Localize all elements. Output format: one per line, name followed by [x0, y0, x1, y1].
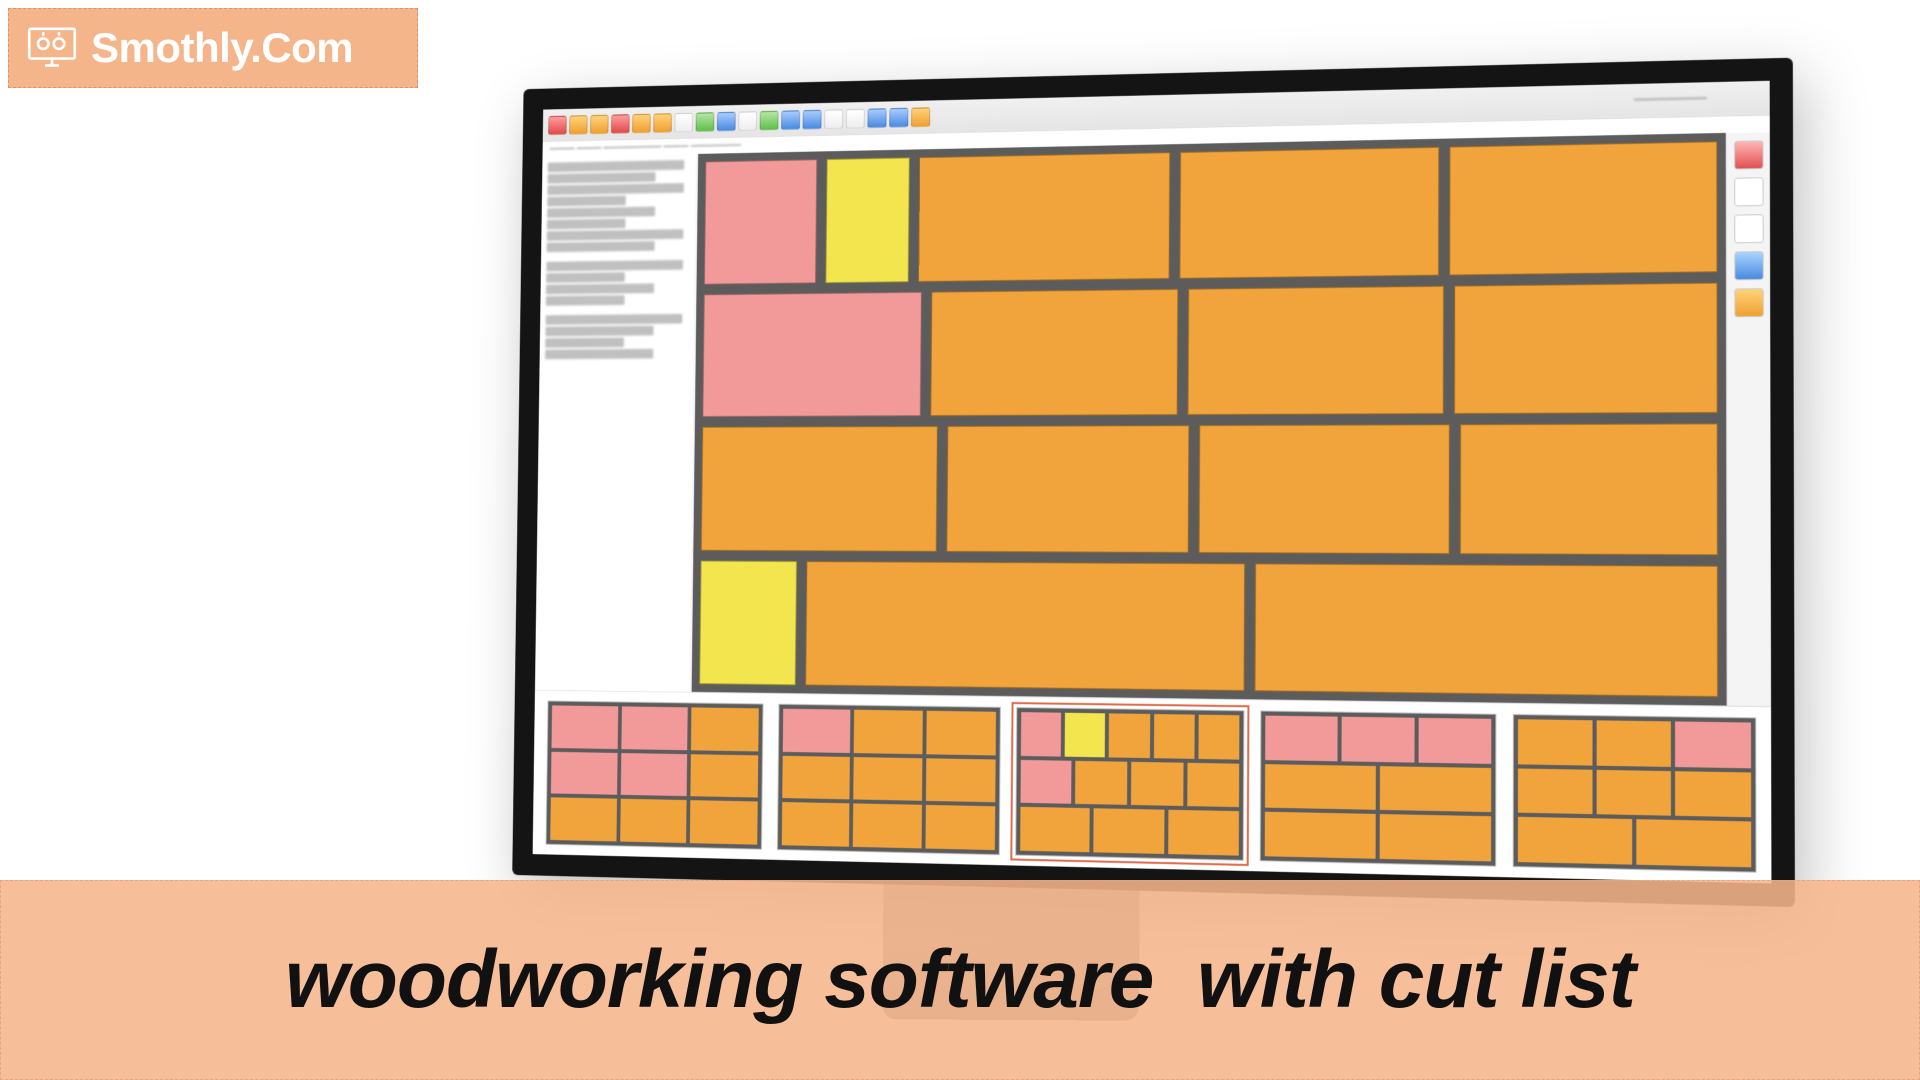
- toolbar-icon[interactable]: [674, 112, 693, 132]
- cut-piece[interactable]: [1449, 141, 1717, 275]
- toolbar-icon[interactable]: [611, 114, 630, 134]
- palette-icon[interactable]: [1734, 140, 1763, 169]
- toolbar-icon[interactable]: [738, 111, 757, 131]
- cut-piece[interactable]: [1459, 423, 1718, 555]
- layout-thumbnail[interactable]: [777, 704, 1001, 855]
- layout-thumbnails: [533, 690, 1772, 884]
- toolbar-icon[interactable]: [781, 110, 800, 130]
- cut-row: [701, 423, 1718, 555]
- toolbar-icon[interactable]: [824, 109, 843, 129]
- cut-piece[interactable]: [931, 288, 1179, 416]
- monitor-mockup: ——————— ——— ——— ——————— ——— ——————: [512, 58, 1795, 907]
- layout-thumbnail[interactable]: [1015, 707, 1245, 861]
- caption-band: woodworking software with cut list: [0, 880, 1920, 1080]
- palette-icon[interactable]: [1734, 251, 1764, 280]
- layout-thumbnail[interactable]: [1260, 710, 1497, 866]
- layout-thumbnail[interactable]: [546, 701, 764, 850]
- toolbar-icon[interactable]: [653, 113, 672, 133]
- layout-thumbnail[interactable]: [1513, 714, 1757, 873]
- toolbar-icon[interactable]: [760, 110, 779, 130]
- monitor-gears-icon: [23, 19, 81, 77]
- cut-piece[interactable]: [1180, 147, 1440, 279]
- cut-piece[interactable]: [1254, 563, 1718, 697]
- toolbar-icon[interactable]: [569, 115, 587, 134]
- cut-piece[interactable]: [918, 152, 1170, 281]
- toolbar-icon[interactable]: [548, 115, 566, 134]
- brand-text: Smothly.Com: [91, 24, 353, 72]
- toolbar-icon[interactable]: [803, 109, 822, 129]
- cut-piece[interactable]: [699, 560, 797, 685]
- cut-row: [699, 560, 1718, 697]
- cut-piece[interactable]: [1454, 282, 1718, 414]
- toolbar-icon[interactable]: [846, 108, 865, 128]
- cut-piece[interactable]: [1199, 424, 1450, 553]
- cut-piece[interactable]: [946, 425, 1190, 552]
- cut-piece[interactable]: [704, 159, 818, 284]
- toolbar-icon[interactable]: [632, 113, 651, 133]
- monitor-bezel: ——————— ——— ——— ——————— ——— ——————: [512, 58, 1795, 907]
- toolbar-icon[interactable]: [717, 111, 736, 131]
- cut-piece[interactable]: [1188, 285, 1444, 415]
- toolbar-icon[interactable]: [889, 107, 908, 127]
- right-tool-palette: [1726, 132, 1771, 706]
- app-screen: ——————— ——— ——— ——————— ——— ——————: [533, 81, 1772, 884]
- palette-icon[interactable]: [1734, 214, 1764, 243]
- app-body: [535, 132, 1771, 706]
- cut-piece[interactable]: [826, 157, 910, 282]
- cut-piece[interactable]: [702, 291, 922, 417]
- toolbar-icon[interactable]: [867, 108, 886, 128]
- toolbar-icon[interactable]: [696, 112, 715, 132]
- toolbar-right-text: ———————: [1634, 92, 1707, 105]
- brand-badge: Smothly.Com: [8, 8, 418, 88]
- toolbar-icon[interactable]: [590, 114, 609, 133]
- cut-row: [702, 282, 1717, 417]
- caption-text: woodworking software with cut list: [285, 933, 1635, 1027]
- parameter-panel: [535, 154, 698, 692]
- toolbar-icon[interactable]: [911, 107, 930, 127]
- cut-row: [704, 141, 1718, 284]
- cut-piece[interactable]: [701, 426, 938, 551]
- cut-piece[interactable]: [805, 561, 1244, 692]
- palette-icon[interactable]: [1734, 177, 1763, 206]
- cut-layout-sheet[interactable]: [692, 133, 1727, 706]
- palette-icon[interactable]: [1734, 288, 1764, 317]
